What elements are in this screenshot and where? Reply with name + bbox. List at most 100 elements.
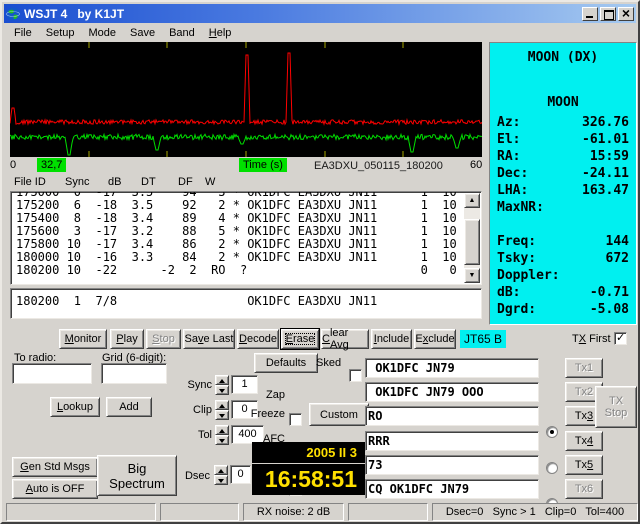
astro-value: -61.01 bbox=[582, 132, 629, 147]
tx5-message-input[interactable] bbox=[365, 455, 539, 475]
tx1-message-input[interactable] bbox=[365, 358, 539, 378]
gen-std-msgs-button[interactable]: Gen Std Msgs bbox=[12, 457, 98, 477]
mode-label: JT65 B bbox=[460, 330, 506, 348]
scroll-up-button[interactable]: ▲ bbox=[464, 193, 480, 208]
clear-avg-button[interactable]: Clear Avg bbox=[321, 327, 369, 351]
decode-scrollbar[interactable]: ▲ ▼ bbox=[464, 193, 480, 283]
dsec-value: 0 bbox=[230, 465, 251, 484]
astro-label: LHA: bbox=[497, 183, 529, 198]
decode-button[interactable]: Decode bbox=[237, 329, 279, 349]
astro-row: LHA: 163.47 bbox=[490, 182, 636, 199]
menu-item[interactable]: Save bbox=[123, 25, 162, 41]
astro-label: MaxNR: bbox=[497, 200, 544, 215]
title-bar: WSJT 4 by K1JT bbox=[4, 4, 636, 23]
tx1-radio[interactable] bbox=[546, 426, 558, 438]
col-dt: DT bbox=[141, 176, 156, 188]
save-last-button[interactable]: Sa v e Last bbox=[183, 329, 235, 349]
big-spectrum-button[interactable]: Big Spectrum bbox=[97, 455, 177, 496]
dsec-up-icon[interactable] bbox=[214, 465, 228, 475]
add-button[interactable]: Add bbox=[106, 397, 152, 417]
tx5-button[interactable]: Tx 5 bbox=[565, 455, 603, 475]
decode-row: 180200 10 -22 -2 2 RO ? 0 0 bbox=[16, 263, 457, 277]
astro-label: RA: bbox=[497, 149, 521, 164]
col-w: W bbox=[205, 176, 216, 188]
astro-rows: Az: 326.76 El: -61.01 RA: 15:59 Dec: -24… bbox=[490, 114, 636, 318]
menu-item[interactable]: Help bbox=[202, 25, 239, 41]
tx2-message-input[interactable] bbox=[365, 382, 539, 402]
astro-row: El: -61.01 bbox=[490, 131, 636, 148]
wav-file-name: EA3DXU_050115_180200 bbox=[314, 160, 443, 172]
astro-row: RA: 15:59 bbox=[490, 148, 636, 165]
menu-item[interactable]: File bbox=[7, 25, 39, 41]
spectrum-display[interactable] bbox=[9, 42, 483, 157]
tx4-message-input[interactable] bbox=[365, 431, 539, 451]
astro-row: Az: 326.76 bbox=[490, 114, 636, 131]
astro-value: 163.47 bbox=[582, 183, 629, 198]
tx6-button: Tx6 bbox=[565, 479, 603, 499]
freeze-label: Freeze bbox=[250, 408, 285, 420]
astro-row: Tsky: 672 bbox=[490, 250, 636, 267]
sync-up-icon[interactable] bbox=[215, 375, 229, 385]
close-button[interactable] bbox=[618, 5, 634, 21]
astro-target: MOON bbox=[547, 95, 579, 110]
utc-date: 2005 II 3 bbox=[252, 442, 365, 463]
auto-toggle-button[interactable]: Auto is OFF bbox=[12, 479, 98, 499]
status-panel-4 bbox=[348, 503, 428, 521]
astro-row bbox=[490, 216, 636, 233]
dsec-down-icon[interactable] bbox=[214, 475, 228, 485]
average-text-box[interactable]: 180200 1 7/8 OK1DFC EA3DXU JN11 bbox=[10, 288, 482, 319]
col-sync: Sync bbox=[65, 176, 90, 188]
sked-checkbox[interactable] bbox=[349, 369, 362, 382]
erase-button[interactable]: Erase bbox=[280, 328, 320, 350]
decoded-text-box[interactable]: 175000 0 -17 3.5 94 3 * OK1DFC EA3DXU JN… bbox=[10, 191, 482, 285]
menu-item[interactable]: Setup bbox=[39, 25, 82, 41]
astro-value: 672 bbox=[605, 251, 629, 266]
to-radio-input[interactable] bbox=[12, 363, 92, 384]
tx4-button[interactable]: Tx 4 bbox=[565, 431, 603, 451]
astro-panel: MOON (DX) MOON Az: 326.76 El: -61.01 RA:… bbox=[489, 42, 637, 325]
sync-label: Sync bbox=[187, 379, 212, 391]
menu-item[interactable]: Mode bbox=[81, 25, 123, 41]
window-title: WSJT 4 by K1JT bbox=[24, 6, 125, 21]
tol-label: Tol bbox=[197, 429, 212, 441]
menu-item[interactable]: Band bbox=[162, 25, 202, 41]
lookup-button[interactable]: Lookup bbox=[50, 397, 100, 417]
include-button[interactable]: Include bbox=[371, 329, 412, 349]
tx6-message-input[interactable] bbox=[365, 479, 539, 499]
status-settings: Dsec=0 Sync > 1 Clip=0 Tol=400 bbox=[432, 503, 638, 521]
dsec-stepper[interactable] bbox=[214, 465, 228, 485]
grid-input[interactable] bbox=[101, 363, 167, 384]
monitor-button[interactable]: Monitor bbox=[59, 329, 107, 349]
defaults-button[interactable]: Defaults bbox=[254, 353, 318, 373]
astro-value: -0.71 bbox=[589, 285, 629, 300]
status-panel-2 bbox=[160, 503, 239, 521]
astro-value: 144 bbox=[605, 234, 629, 249]
astro-label: Tsky: bbox=[497, 251, 537, 266]
status-panel-1 bbox=[6, 503, 156, 521]
tx-first-checkbox[interactable] bbox=[614, 331, 627, 345]
astro-label: El: bbox=[497, 132, 521, 147]
maximize-button[interactable] bbox=[600, 6, 616, 21]
app-globe-icon[interactable] bbox=[6, 7, 20, 21]
utc-time: 16:58:51 bbox=[252, 464, 365, 495]
scale-start: 0 bbox=[10, 159, 17, 171]
astro-label: Freq: bbox=[497, 234, 537, 249]
astro-row: Dgrd: -5.08 bbox=[490, 301, 636, 318]
decode-rows: 175000 0 -17 3.5 94 3 * OK1DFC EA3DXU JN… bbox=[11, 192, 481, 277]
tx3-message-input[interactable] bbox=[365, 406, 539, 426]
play-button[interactable]: Play bbox=[110, 329, 144, 349]
astro-row: MaxNR: bbox=[490, 199, 636, 216]
spectrum-traces bbox=[9, 42, 483, 157]
zap-checkbox[interactable] bbox=[289, 413, 302, 426]
scroll-down-button[interactable]: ▼ bbox=[464, 268, 480, 283]
time-axis-label: Time (s) bbox=[239, 158, 287, 172]
tx2-radio[interactable] bbox=[546, 462, 558, 474]
astro-row: Doppler: bbox=[490, 267, 636, 284]
custom-button[interactable]: Custom bbox=[309, 403, 369, 426]
scroll-thumb[interactable] bbox=[464, 219, 480, 265]
menu-bar: File Setup Mode Save Band Help bbox=[4, 23, 636, 42]
exclude-button[interactable]: Ex clude bbox=[414, 329, 456, 349]
minimize-button[interactable] bbox=[582, 6, 598, 21]
tx-stop-button: TX Stop bbox=[595, 386, 637, 428]
astro-label: Dec: bbox=[497, 166, 529, 181]
